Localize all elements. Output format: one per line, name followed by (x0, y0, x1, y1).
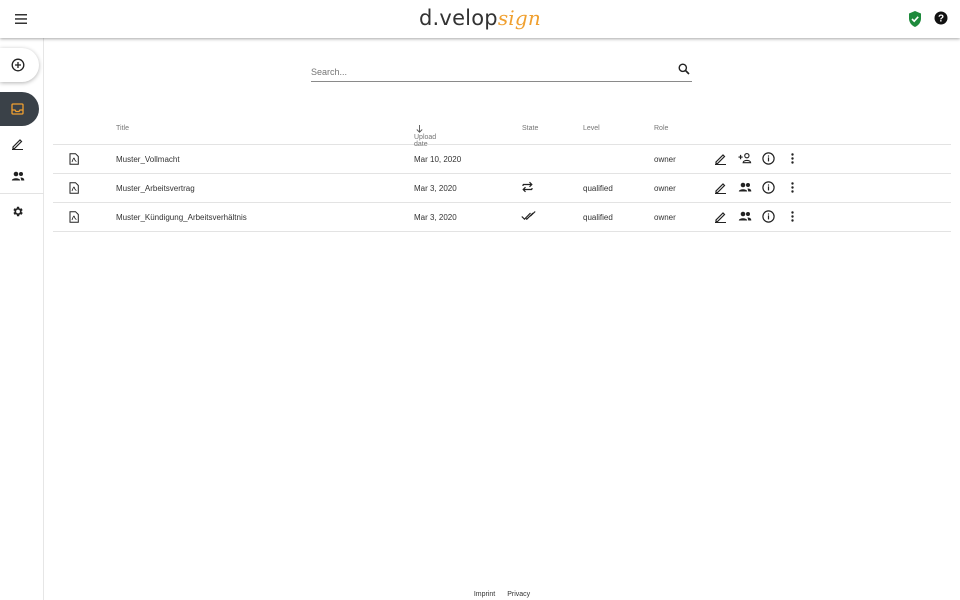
sidebar-item-sign[interactable] (0, 130, 39, 156)
table-row[interactable]: Muster_Vollmacht Mar 10, 2020 owner (53, 145, 951, 174)
pen-icon (12, 138, 23, 150)
row-upload-date: Mar 3, 2020 (414, 184, 457, 193)
column-title[interactable]: Title (116, 125, 129, 132)
arrow-down-icon (416, 125, 423, 133)
search-input[interactable] (311, 64, 651, 77)
info-icon[interactable] (762, 152, 776, 166)
pdf-document-icon (69, 153, 81, 165)
add-circle-icon (11, 58, 24, 72)
row-upload-date: Mar 10, 2020 (414, 155, 462, 164)
row-level: qualified (583, 213, 613, 222)
sidebar-item-inbox[interactable] (0, 92, 39, 126)
table-header: Title Upload date State Level Role (53, 116, 951, 148)
info-icon[interactable] (762, 210, 776, 224)
row-title[interactable]: Muster_Vollmacht (116, 155, 180, 164)
column-state[interactable]: State (522, 125, 538, 132)
sidebar-item-settings[interactable] (0, 198, 39, 224)
row-level: qualified (583, 184, 613, 193)
top-app-bar: d.velopsign ? (0, 0, 960, 38)
privacy-link[interactable]: Privacy (507, 591, 530, 598)
edit-icon[interactable] (714, 181, 728, 195)
people-icon (11, 171, 24, 181)
brand-logo: d.velopsign (0, 6, 960, 31)
more-vert-icon[interactable] (786, 210, 800, 224)
row-title[interactable]: Muster_Arbeitsvertrag (116, 184, 195, 193)
brand-accent: sign (497, 6, 541, 30)
people-icon[interactable] (738, 181, 752, 195)
inbox-icon (11, 103, 24, 115)
people-icon[interactable] (738, 210, 752, 224)
search-icon[interactable] (678, 62, 692, 76)
sidebar-item-contacts[interactable] (0, 163, 39, 189)
column-upload-date[interactable]: Upload date (414, 125, 436, 148)
shield-check-icon[interactable] (908, 11, 924, 27)
edit-icon[interactable] (714, 152, 728, 166)
pdf-document-icon (69, 211, 81, 223)
gear-icon (13, 206, 23, 216)
table-row[interactable]: Muster_Kündigung_Arbeitsverhältnis Mar 3… (53, 203, 951, 232)
column-level[interactable]: Level (583, 125, 600, 132)
more-vert-icon[interactable] (786, 181, 800, 195)
documents-table: Title Upload date State Level Role Muste… (53, 116, 951, 232)
edit-icon[interactable] (714, 210, 728, 224)
row-role: owner (654, 184, 676, 193)
search-bar (311, 62, 692, 82)
row-title[interactable]: Muster_Kündigung_Arbeitsverhältnis (116, 213, 247, 222)
row-upload-date: Mar 3, 2020 (414, 213, 457, 222)
pdf-document-icon (69, 182, 81, 194)
more-vert-icon[interactable] (786, 152, 800, 166)
footer: Imprint Privacy (44, 591, 960, 598)
done-all-icon (521, 210, 536, 224)
row-role: owner (654, 213, 676, 222)
imprint-link[interactable]: Imprint (474, 591, 495, 598)
sidebar-item-add[interactable] (0, 48, 39, 82)
repeat-icon (521, 181, 535, 195)
sidebar (0, 38, 44, 600)
row-role: owner (654, 155, 676, 164)
column-role[interactable]: Role (654, 125, 668, 132)
table-row[interactable]: Muster_Arbeitsvertrag Mar 3, 2020 qualif… (53, 174, 951, 203)
svg-text:?: ? (938, 14, 944, 25)
info-icon[interactable] (762, 181, 776, 195)
help-icon[interactable]: ? (934, 11, 950, 27)
brand-main: d.velop (419, 6, 498, 30)
add-person-icon[interactable] (738, 152, 752, 166)
